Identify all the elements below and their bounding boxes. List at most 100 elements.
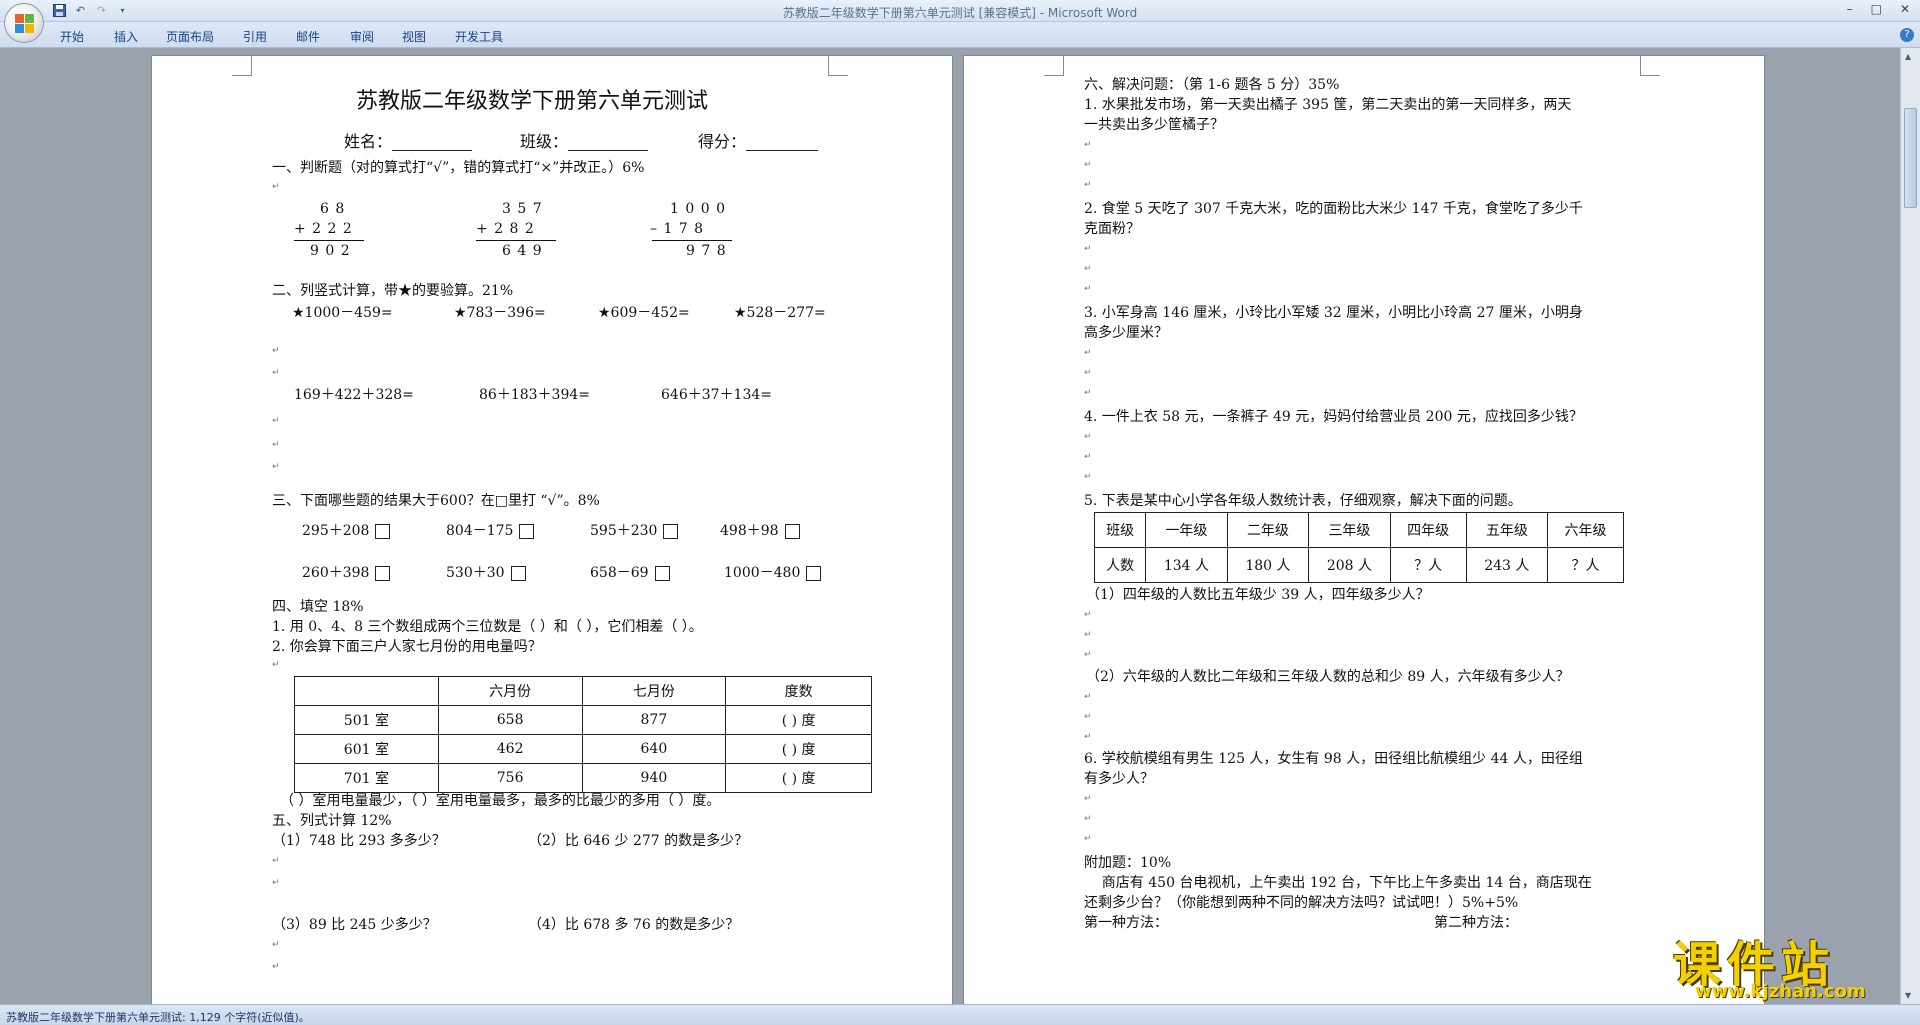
section-1-heading: 一、判断题（对的算式打“√”，错的算式打“×”并改正。）6% bbox=[272, 160, 645, 176]
section-6-heading: 六、解决问题：（第 1-6 题各 5 分）35% bbox=[1084, 77, 1340, 93]
table-row: 人数 134 人 180 人 208 人 ？人 243 人 ？人 bbox=[1093, 547, 1624, 583]
q1-line2: 一共卖出多少筐橘子？ bbox=[1084, 117, 1224, 133]
calc2-top: 3 5 7 bbox=[502, 201, 543, 217]
tab-review[interactable]: 审阅 bbox=[350, 28, 374, 45]
close-icon[interactable]: ✕ bbox=[1900, 2, 1910, 16]
q2-line2: 克面粉？ bbox=[1084, 221, 1140, 237]
window-title: 苏教版二年级数学下册第六单元测试 [兼容模式] - Microsoft Word bbox=[782, 6, 1138, 20]
table-header: 班级 bbox=[1093, 512, 1147, 548]
table-header-row: 六月份 七月份 度数 bbox=[294, 676, 872, 706]
s3-checkbox[interactable] bbox=[663, 523, 679, 539]
table-cell: 701 室 bbox=[294, 763, 439, 793]
s3-checkbox[interactable] bbox=[654, 565, 670, 581]
tab-references[interactable]: 引用 bbox=[243, 28, 267, 45]
table-cell[interactable]: ( ) 度 bbox=[725, 763, 872, 793]
table-row: 701 室 756 940 ( ) 度 bbox=[294, 763, 872, 793]
s5-question: （1）748 比 293 多多少？ bbox=[272, 833, 446, 849]
minimize-icon[interactable]: – bbox=[1847, 2, 1853, 16]
calc2-result: 6 4 9 bbox=[502, 243, 543, 259]
s5-question: （3）89 比 245 少多少？ bbox=[272, 917, 437, 933]
scroll-up-icon[interactable]: ▲ bbox=[1905, 52, 1911, 61]
calc3-line bbox=[652, 240, 732, 241]
table-cell: 人数 bbox=[1093, 547, 1147, 583]
tab-developer[interactable]: 开发工具 bbox=[455, 28, 503, 45]
maximize-icon[interactable]: □ bbox=[1871, 2, 1882, 16]
tab-mailings[interactable]: 邮件 bbox=[296, 28, 320, 45]
table-cell[interactable]: ( ) 度 bbox=[725, 705, 872, 735]
s3-checkbox[interactable] bbox=[375, 565, 391, 581]
scroll-thumb[interactable] bbox=[1904, 108, 1917, 208]
s4-after-table: （ ）室用电量最少，（ ）室用电量最多，最多的比最少的多用（ ）度。 bbox=[280, 793, 721, 809]
method-2-label: 第二种方法： bbox=[1434, 915, 1518, 931]
score-blank[interactable] bbox=[746, 137, 819, 151]
q4: 4. 一件上衣 58 元，一条裤子 49 元，妈妈付给营业员 200 元，应找回… bbox=[1084, 409, 1583, 425]
q5-sub2: （2）六年级的人数比二年级和三年级人数的总和少 89 人，六年级有多少人？ bbox=[1086, 669, 1570, 685]
s3-item: 530＋30 bbox=[446, 565, 505, 581]
s3-item: 498＋98 bbox=[720, 523, 779, 539]
table-row: 501 室 658 877 ( ) 度 bbox=[294, 705, 872, 735]
score-label: 得分： bbox=[698, 132, 747, 151]
s2-row1-item: ★528－277= bbox=[734, 305, 826, 321]
s2-row1-item: ★609－452= bbox=[598, 305, 690, 321]
crop-mark bbox=[232, 56, 252, 76]
vertical-scrollbar[interactable]: ▲ ▼ bbox=[1900, 48, 1920, 1004]
s3-checkbox[interactable] bbox=[784, 523, 800, 539]
table-header: 七月份 bbox=[581, 676, 727, 706]
page-1[interactable]: 苏教版二年级数学下册第六单元测试 姓名： 班级： 得分： 一、判断题（对的算式打… bbox=[152, 56, 952, 1004]
crop-mark bbox=[1044, 56, 1064, 76]
grade-table: 班级 一年级 二年级 三年级 四年级 五年级 六年级 人数 134 人 180 … bbox=[1093, 512, 1624, 583]
calc1-op: + 2 2 2 bbox=[294, 221, 353, 237]
s2-row1-item: ★1000－459= bbox=[292, 305, 393, 321]
table-cell: 134 人 bbox=[1145, 547, 1228, 583]
tab-page-layout[interactable]: 页面布局 bbox=[166, 28, 214, 45]
s3-checkbox[interactable] bbox=[375, 523, 391, 539]
s3-checkbox[interactable] bbox=[510, 565, 526, 581]
method-1-label: 第一种方法： bbox=[1084, 915, 1168, 931]
q6-line1: 6. 学校航模组有男生 125 人，女生有 98 人，田径组比航模组少 44 人… bbox=[1084, 751, 1583, 767]
scroll-down-icon[interactable]: ▼ bbox=[1905, 991, 1911, 1000]
tab-view[interactable]: 视图 bbox=[402, 28, 426, 45]
office-button[interactable] bbox=[4, 3, 44, 43]
calc1-result: 9 0 2 bbox=[310, 243, 351, 259]
page-2[interactable]: 六、解决问题：（第 1-6 题各 5 分）35% 1. 水果批发市场，第一天卖出… bbox=[964, 56, 1764, 1004]
s3-item: 658－69 bbox=[590, 565, 649, 581]
table-header: 五年级 bbox=[1465, 512, 1549, 548]
table-header: 四年级 bbox=[1389, 512, 1467, 548]
q6-line2: 有多少人？ bbox=[1084, 771, 1154, 787]
class-blank[interactable] bbox=[568, 137, 649, 151]
table-header: 三年级 bbox=[1308, 512, 1391, 548]
s3-item: 595＋230 bbox=[590, 523, 658, 539]
help-icon[interactable]: ? bbox=[1900, 28, 1914, 42]
title-bar: ↶ ↷ ▾ 苏教版二年级数学下册第六单元测试 [兼容模式] - Microsof… bbox=[0, 0, 1920, 22]
s3-checkbox[interactable] bbox=[519, 523, 535, 539]
table-row: 601 室 462 640 ( ) 度 bbox=[294, 734, 872, 764]
table-header bbox=[294, 676, 439, 706]
tab-insert[interactable]: 插入 bbox=[114, 28, 138, 45]
table-cell: 877 bbox=[581, 705, 727, 735]
calc2-op: + 2 8 2 bbox=[476, 221, 535, 237]
calc3-op: – 1 7 8 bbox=[650, 221, 705, 237]
q2-line1: 2. 食堂 5 天吃了 307 千克大米，吃的面粉比大米少 147 千克，食堂吃… bbox=[1084, 201, 1583, 217]
bonus-heading: 附加题：10% bbox=[1084, 855, 1172, 871]
q1-line1: 1. 水果批发市场，第一天卖出橘子 395 筐，第二天卖出的第一天同样多，两天 bbox=[1084, 97, 1572, 113]
s2-row2-item: 86＋183＋394= bbox=[479, 387, 590, 403]
q5-sub1: （1）四年级的人数比五年级少 39 人，四年级多少人？ bbox=[1086, 587, 1430, 603]
table-cell: 658 bbox=[437, 705, 583, 735]
table-header: 度数 bbox=[725, 676, 872, 706]
s3-checkbox[interactable] bbox=[806, 565, 822, 581]
name-blank[interactable] bbox=[392, 137, 473, 151]
table-cell: 756 bbox=[437, 763, 583, 793]
page-title: 苏教版二年级数学下册第六单元测试 bbox=[356, 89, 709, 114]
table-cell: ？人 bbox=[1389, 547, 1467, 583]
s2-row2-item: 646＋37＋134= bbox=[661, 387, 772, 403]
table-cell: 208 人 bbox=[1308, 547, 1391, 583]
s3-item: 804－175 bbox=[446, 523, 514, 539]
table-cell[interactable]: ( ) 度 bbox=[725, 734, 872, 764]
table-cell: 462 bbox=[437, 734, 583, 764]
q5: 5. 下表是某中心小学各年级人数统计表，仔细观察，解决下面的问题。 bbox=[1084, 493, 1522, 509]
section-4-heading: 四、填空 18% bbox=[272, 599, 364, 615]
table-cell: 180 人 bbox=[1226, 547, 1310, 583]
tab-home[interactable]: 开始 bbox=[60, 28, 84, 45]
table-header: 一年级 bbox=[1145, 512, 1228, 548]
ribbon-tab-bar: 开始 插入 页面布局 引用 邮件 审阅 视图 开发工具 ? bbox=[0, 22, 1920, 48]
